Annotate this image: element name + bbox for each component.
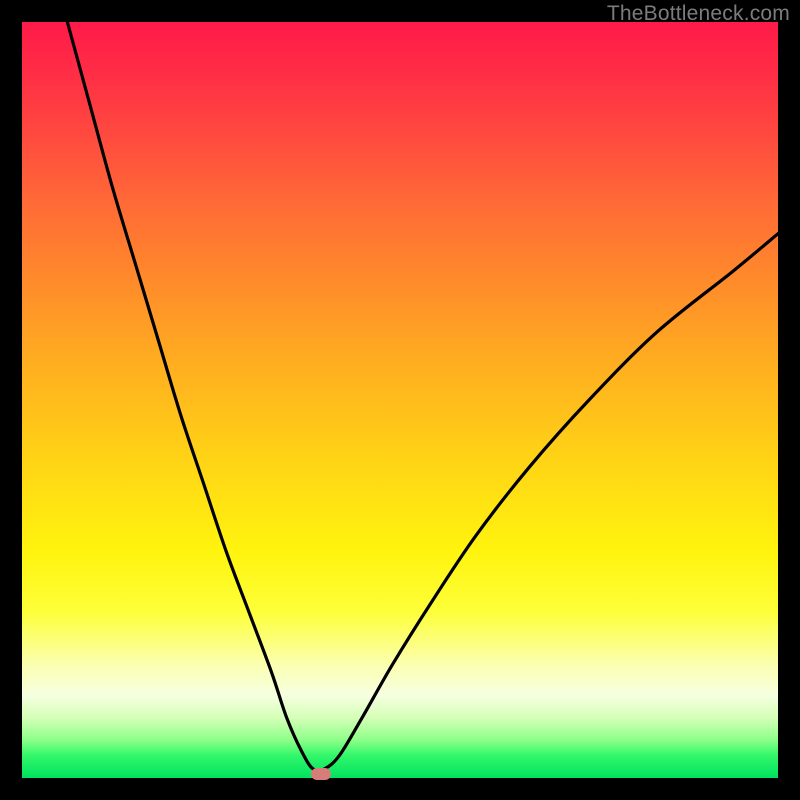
optimum-marker (311, 768, 331, 780)
chart-container: TheBottleneck.com (0, 0, 800, 800)
watermark-text: TheBottleneck.com (607, 2, 790, 26)
plot-area (22, 22, 778, 778)
bottleneck-curve (22, 22, 778, 778)
